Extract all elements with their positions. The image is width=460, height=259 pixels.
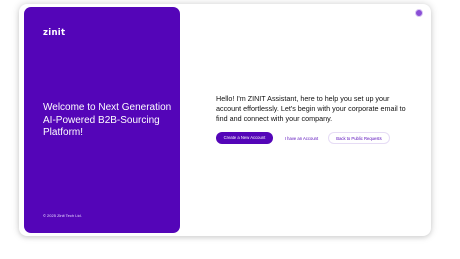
assistant-message: Hello! I'm ZINIT Assistant, here to help… xyxy=(216,94,406,123)
welcome-heading: Welcome to Next Generation AI-Powered B2… xyxy=(43,102,172,138)
zinit-logo: zinit xyxy=(43,28,66,38)
have-account-button[interactable]: I have an Account xyxy=(279,132,324,144)
create-account-button[interactable]: Create a New Account xyxy=(216,132,273,144)
user-avatar-icon[interactable] xyxy=(415,9,423,17)
assistant-panel: Hello! I'm ZINIT Assistant, here to help… xyxy=(216,94,412,144)
action-buttons: Create a New Account I have an Account Bac… xyxy=(216,132,390,146)
brand-panel: zinit Welcome to Next Generation AI-Powe… xyxy=(24,7,180,233)
copyright-text: © 2025 Zinit Tech Ltd. xyxy=(43,213,82,218)
back-to-requests-button[interactable]: Back to Public Requests xyxy=(328,132,390,144)
